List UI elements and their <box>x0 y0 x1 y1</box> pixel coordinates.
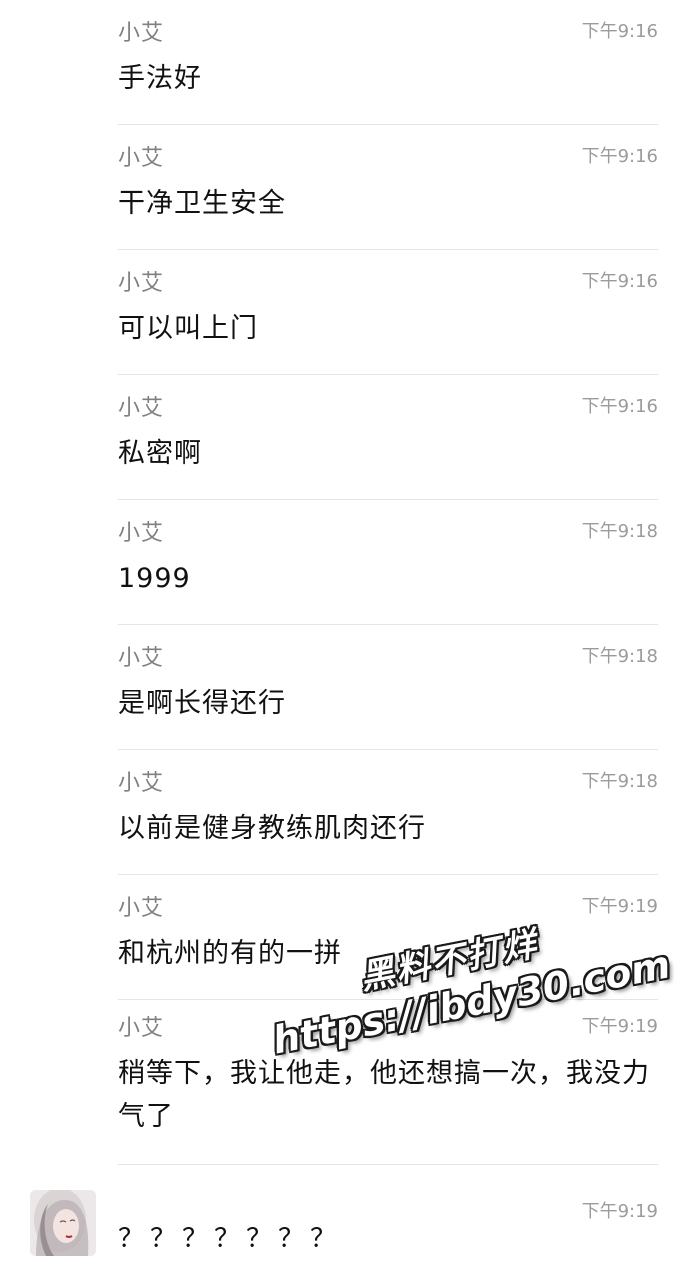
message-time: 下午9:16 <box>581 146 658 167</box>
sender-name: 小艾 <box>118 771 165 796</box>
message-item[interactable]: 小艾 下午9:18 1999 <box>0 500 688 625</box>
sender-name: 小艾 <box>118 646 165 671</box>
sender-name: 小艾 <box>118 271 165 296</box>
message-text: 稍等下，我让他走，他还想搞一次，我没力气了 <box>118 1058 650 1132</box>
message-text: 可以叫上门 <box>118 313 258 344</box>
message-item[interactable]: 小艾 下午9:16 干净卫生安全 <box>0 125 688 250</box>
message-text: 是啊长得还行 <box>118 688 286 719</box>
message-time: 下午9:16 <box>581 21 658 42</box>
chat-history-list[interactable]: 小艾 下午9:16 手法好 小艾 下午9:16 干净卫生安全 小艾 下午9:16… <box>0 0 688 1280</box>
sender-name: 小艾 <box>118 521 165 546</box>
message-time: 下午9:18 <box>581 646 658 667</box>
message-item[interactable]: 小艾 下午9:16 手法好 <box>0 0 688 125</box>
message-time: 下午9:19 <box>581 1016 658 1037</box>
message-time: 下午9:16 <box>581 396 658 417</box>
message-text: ？？？？？？？ <box>118 1224 343 1254</box>
avatar[interactable] <box>30 1190 96 1256</box>
message-item[interactable]: 小艾 下午9:16 私密啊 <box>0 375 688 500</box>
message-item[interactable]: 下午9:19 ？？？？？？？ <box>0 1180 688 1280</box>
message-time: 下午9:18 <box>581 771 658 792</box>
message-item[interactable]: 小艾 下午9:18 是啊长得还行 <box>0 625 688 750</box>
message-item[interactable]: 小艾 下午9:19 和杭州的有的一拼 <box>0 875 688 1000</box>
message-item[interactable]: 小艾 下午9:19 稍等下，我让他走，他还想搞一次，我没力气了 <box>0 995 688 1165</box>
message-text: 和杭州的有的一拼 <box>118 938 342 969</box>
avatar-portrait-image <box>30 1190 96 1256</box>
sender-name: 小艾 <box>118 396 165 421</box>
sender-name: 小艾 <box>118 146 165 171</box>
message-item[interactable]: 小艾 下午9:18 以前是健身教练肌肉还行 <box>0 750 688 875</box>
message-time: 下午9:18 <box>581 521 658 542</box>
message-item[interactable]: 小艾 下午9:16 可以叫上门 <box>0 250 688 375</box>
message-text: 1999 <box>118 563 191 594</box>
message-text: 手法好 <box>118 63 202 94</box>
message-text: 以前是健身教练肌肉还行 <box>118 813 426 844</box>
message-text: 干净卫生安全 <box>118 188 286 219</box>
message-text: 私密啊 <box>118 438 202 469</box>
sender-name: 小艾 <box>118 21 165 46</box>
sender-name: 小艾 <box>118 1016 165 1041</box>
message-time: 下午9:19 <box>581 896 658 917</box>
divider <box>118 1164 658 1165</box>
message-time: 下午9:16 <box>581 271 658 292</box>
sender-name: 小艾 <box>118 896 165 921</box>
